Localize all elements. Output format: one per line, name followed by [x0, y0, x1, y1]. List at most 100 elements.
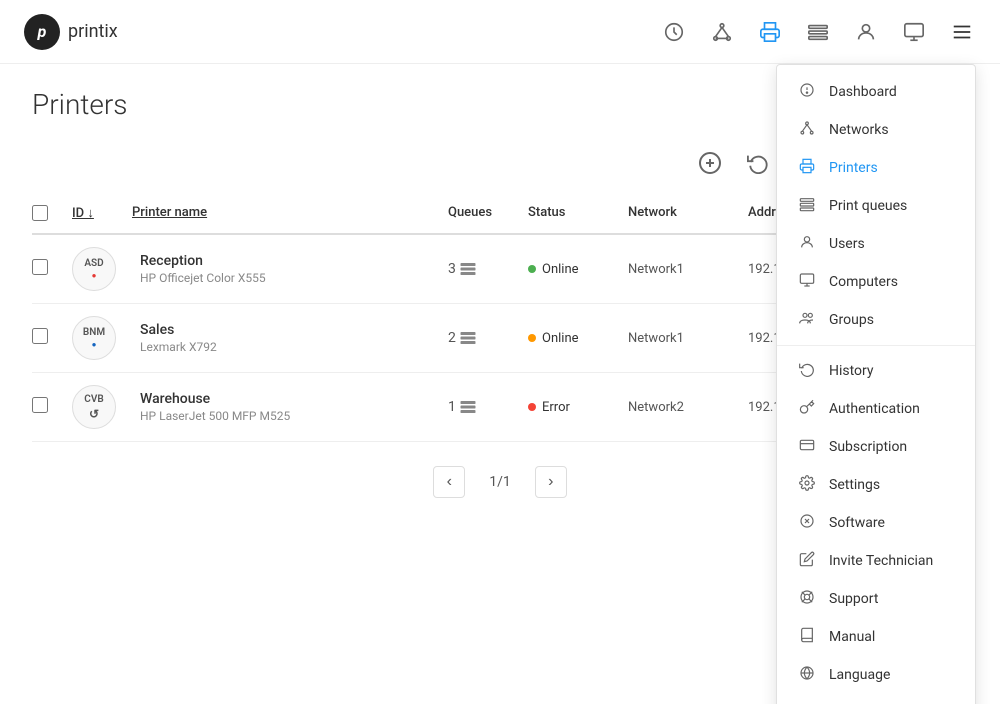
support-label: Support — [829, 591, 878, 607]
menu-item-printers[interactable]: Printers — [777, 149, 975, 187]
menu-item-networks[interactable]: Networks — [777, 111, 975, 149]
users-label: Users — [829, 236, 865, 252]
computer-nav-icon[interactable] — [900, 18, 928, 46]
app-name: printix — [68, 21, 118, 42]
status-badge: Online — [528, 262, 628, 277]
queue-count: 1 — [448, 399, 528, 415]
printer-name: Sales — [140, 322, 448, 338]
avatar-colors: ● — [92, 271, 97, 280]
menu-item-history[interactable]: History — [777, 352, 975, 390]
select-all-checkbox[interactable] — [32, 205, 72, 225]
menu-item-manual[interactable]: Manual — [777, 618, 975, 656]
printer-model: HP LaserJet 500 MFP M525 — [140, 409, 448, 423]
printer-avatar: ASD ● — [72, 247, 132, 291]
queue-count: 2 — [448, 330, 528, 346]
manual-icon — [797, 627, 817, 647]
logo-area: p printix — [24, 14, 118, 50]
authentication-icon — [797, 399, 817, 419]
language-label: Language — [829, 667, 890, 683]
menu-item-settings[interactable]: Settings — [777, 466, 975, 504]
menu-item-computers[interactable]: Computers — [777, 263, 975, 301]
computers-icon — [797, 272, 817, 292]
hamburger-menu-icon[interactable] — [948, 18, 976, 46]
networks-label: Networks — [829, 122, 889, 138]
row-checkbox[interactable] — [32, 259, 72, 279]
user-nav-icon[interactable] — [852, 18, 880, 46]
printers-menu-label: Printers — [829, 160, 878, 176]
networks-icon — [797, 120, 817, 140]
page-info: 1/1 — [489, 474, 511, 490]
users-icon — [797, 234, 817, 254]
dropdown-menu: Dashboard Networks Printers Print queues… — [776, 64, 976, 704]
status-dot — [528, 265, 536, 273]
menu-item-authentication[interactable]: Authentication — [777, 390, 975, 428]
row-checkbox[interactable] — [32, 397, 72, 417]
status-dot — [528, 403, 536, 411]
status-text: Online — [542, 331, 579, 346]
clock-icon[interactable] — [660, 18, 688, 46]
avatar-colors: ● — [92, 340, 97, 349]
menu-item-print-queues[interactable]: Print queues — [777, 187, 975, 225]
computers-label: Computers — [829, 274, 898, 290]
printer-avatar: BNM ● — [72, 316, 132, 360]
manual-label: Manual — [829, 629, 875, 645]
menu-item-subscription[interactable]: Subscription — [777, 428, 975, 466]
network-cell: Network1 — [628, 262, 748, 277]
menu-item-groups[interactable]: Groups — [777, 301, 975, 339]
invite-technician-label: Invite Technician — [829, 553, 933, 569]
printer-info: Reception HP Officejet Color X555 — [140, 253, 448, 285]
col-network: Network — [628, 205, 748, 225]
printer-model: Lexmark X792 — [140, 340, 448, 354]
history-icon — [797, 361, 817, 381]
network-icon[interactable] — [708, 18, 736, 46]
authentication-label: Authentication — [829, 401, 920, 417]
queue-count: 3 — [448, 261, 528, 277]
language-icon — [797, 665, 817, 685]
groups-label: Groups — [829, 312, 874, 328]
menu-item-support[interactable]: Support — [777, 580, 975, 618]
status-dot — [528, 334, 536, 342]
menu-item-users[interactable]: Users — [777, 225, 975, 263]
printer-info: Sales Lexmark X792 — [140, 322, 448, 354]
printer-info: Warehouse HP LaserJet 500 MFP M525 — [140, 391, 448, 423]
avatar-colors: ↺ — [89, 407, 99, 421]
next-page-button[interactable]: › — [535, 466, 567, 498]
avatar-initials: BNM — [83, 327, 105, 338]
network-cell: Network2 — [628, 400, 748, 415]
avatar-initials: CVB — [84, 394, 103, 405]
menu-item-language[interactable]: Language — [777, 656, 975, 694]
menu-divider — [777, 345, 975, 346]
menu-item-software[interactable]: Software — [777, 504, 975, 542]
printqueue-icon[interactable] — [804, 18, 832, 46]
col-printer-name[interactable]: Printer name — [132, 205, 448, 225]
settings-label: Settings — [829, 477, 880, 493]
status-badge: Error — [528, 400, 628, 415]
print-queues-icon — [797, 196, 817, 216]
status-text: Online — [542, 262, 579, 277]
refresh-button[interactable] — [740, 145, 776, 181]
header-icons — [660, 18, 976, 46]
printer-name: Warehouse — [140, 391, 448, 407]
col-id[interactable]: ID ↓ — [72, 205, 132, 225]
avatar-initials: ASD — [84, 258, 103, 269]
software-label: Software — [829, 515, 885, 531]
menu-item-sign-out[interactable]: Sign out — [777, 694, 975, 704]
subscription-label: Subscription — [829, 439, 907, 455]
prev-page-button[interactable]: ‹ — [433, 466, 465, 498]
logo-icon: p — [24, 14, 60, 50]
print-queues-label: Print queues — [829, 198, 907, 214]
dashboard-label: Dashboard — [829, 84, 897, 100]
software-icon — [797, 513, 817, 533]
history-label: History — [829, 363, 874, 379]
add-printer-button[interactable] — [692, 145, 728, 181]
printer-icon[interactable] — [756, 18, 784, 46]
groups-icon — [797, 310, 817, 330]
menu-item-dashboard[interactable]: Dashboard — [777, 73, 975, 111]
menu-item-invite-technician[interactable]: Invite Technician — [777, 542, 975, 580]
header: p printix — [0, 0, 1000, 64]
row-checkbox[interactable] — [32, 328, 72, 348]
col-queues: Queues — [448, 205, 528, 225]
settings-icon — [797, 475, 817, 495]
dashboard-icon — [797, 82, 817, 102]
invite-technician-icon — [797, 551, 817, 571]
